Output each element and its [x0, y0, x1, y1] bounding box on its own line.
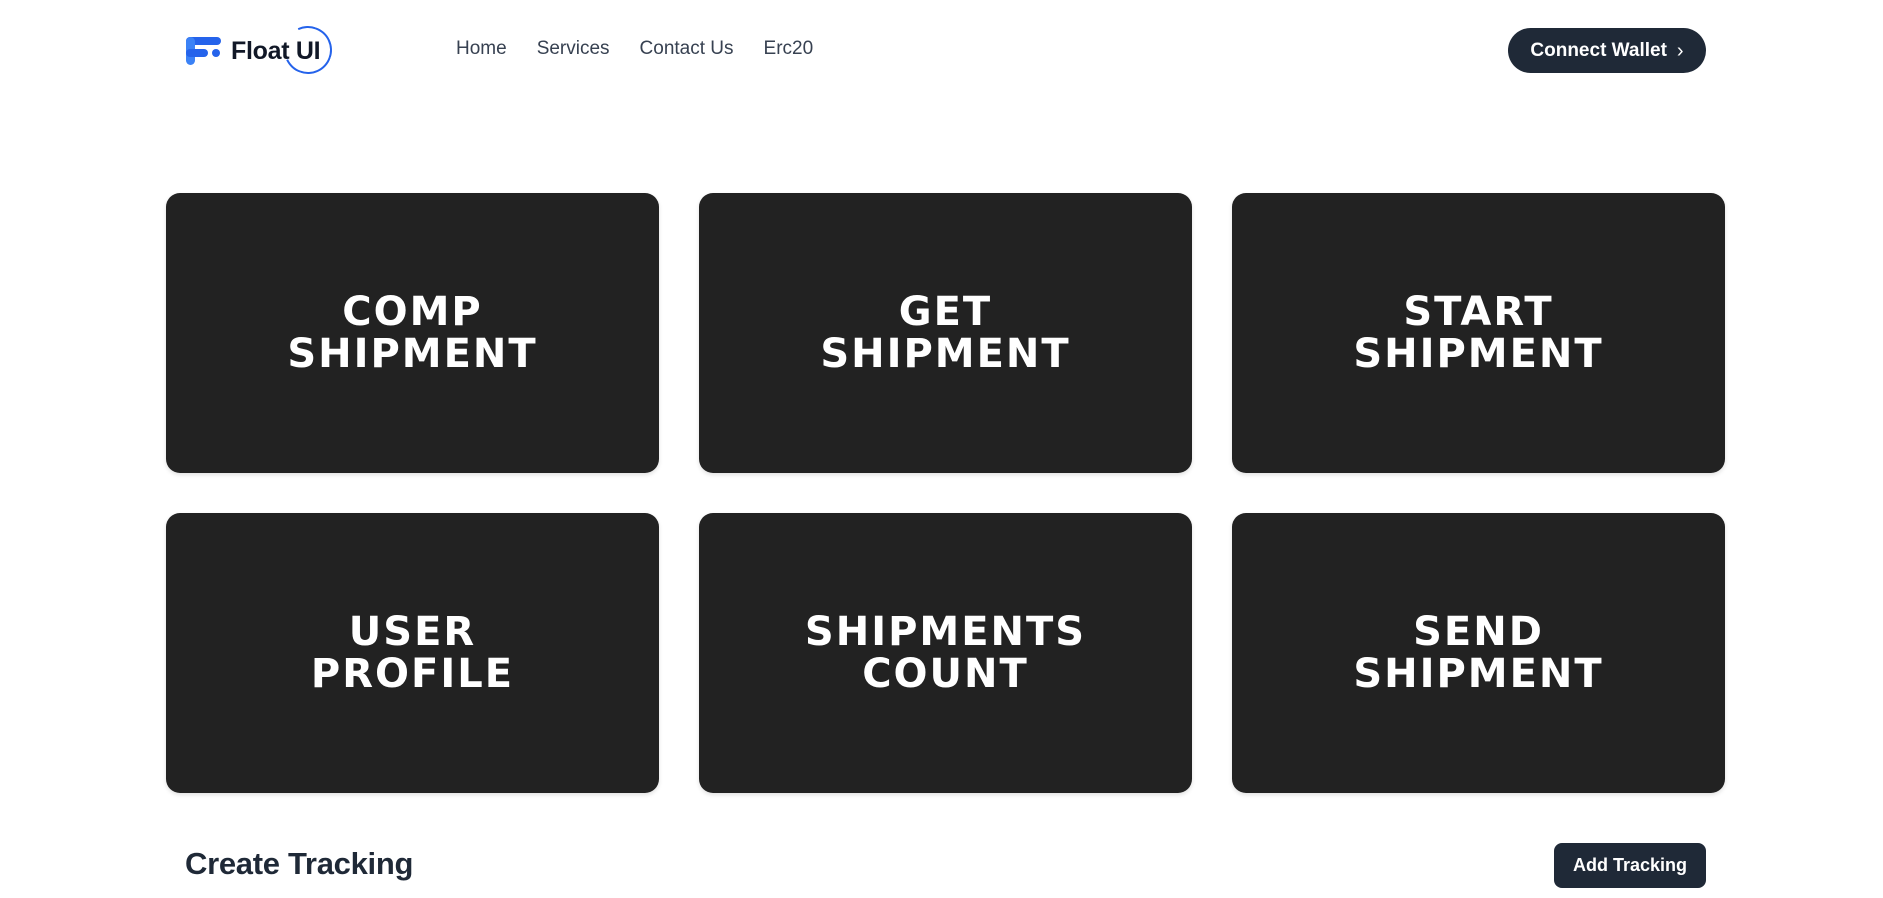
card-shipments-count[interactable]: SHIPMENTS COUNT	[699, 513, 1192, 793]
main-nav: Home Services Contact Us Erc20	[456, 38, 813, 60]
card-title: START SHIPMENT	[1353, 289, 1604, 377]
create-tracking-heading: Create Tracking	[185, 846, 414, 881]
nav-home-link[interactable]: Home	[456, 38, 507, 60]
card-title: COMP SHIPMENT	[287, 289, 538, 377]
chevron-right-icon: ›	[1676, 39, 1684, 62]
connect-wallet-label: Connect Wallet	[1530, 39, 1667, 61]
logo[interactable]: Float UI	[185, 18, 340, 81]
card-title: GET SHIPMENT	[820, 289, 1071, 377]
float-ui-logo-icon	[185, 34, 223, 68]
logo-ring-icon	[277, 18, 340, 81]
card-send-shipment[interactable]: SEND SHIPMENT	[1232, 513, 1725, 793]
card-get-shipment[interactable]: GET SHIPMENT	[699, 193, 1192, 473]
top-navbar: Float UI Home Services Contact Us Erc20 …	[0, 0, 1883, 100]
nav-erc20-link[interactable]: Erc20	[764, 38, 814, 60]
card-title: SHIPMENTS COUNT	[804, 609, 1087, 697]
card-user-profile[interactable]: USER PROFILE	[166, 513, 659, 793]
card-title: SEND SHIPMENT	[1353, 609, 1604, 697]
nav-contact-link[interactable]: Contact Us	[640, 38, 734, 60]
card-comp-shipment[interactable]: COMP SHIPMENT	[166, 193, 659, 473]
logo-text: Float UI	[231, 18, 340, 81]
card-start-shipment[interactable]: START SHIPMENT	[1232, 193, 1725, 473]
card-title: USER PROFILE	[310, 609, 515, 697]
add-tracking-button[interactable]: Add Tracking	[1554, 843, 1706, 888]
nav-services-link[interactable]: Services	[537, 38, 610, 60]
connect-wallet-button[interactable]: Connect Wallet ›	[1508, 28, 1706, 73]
